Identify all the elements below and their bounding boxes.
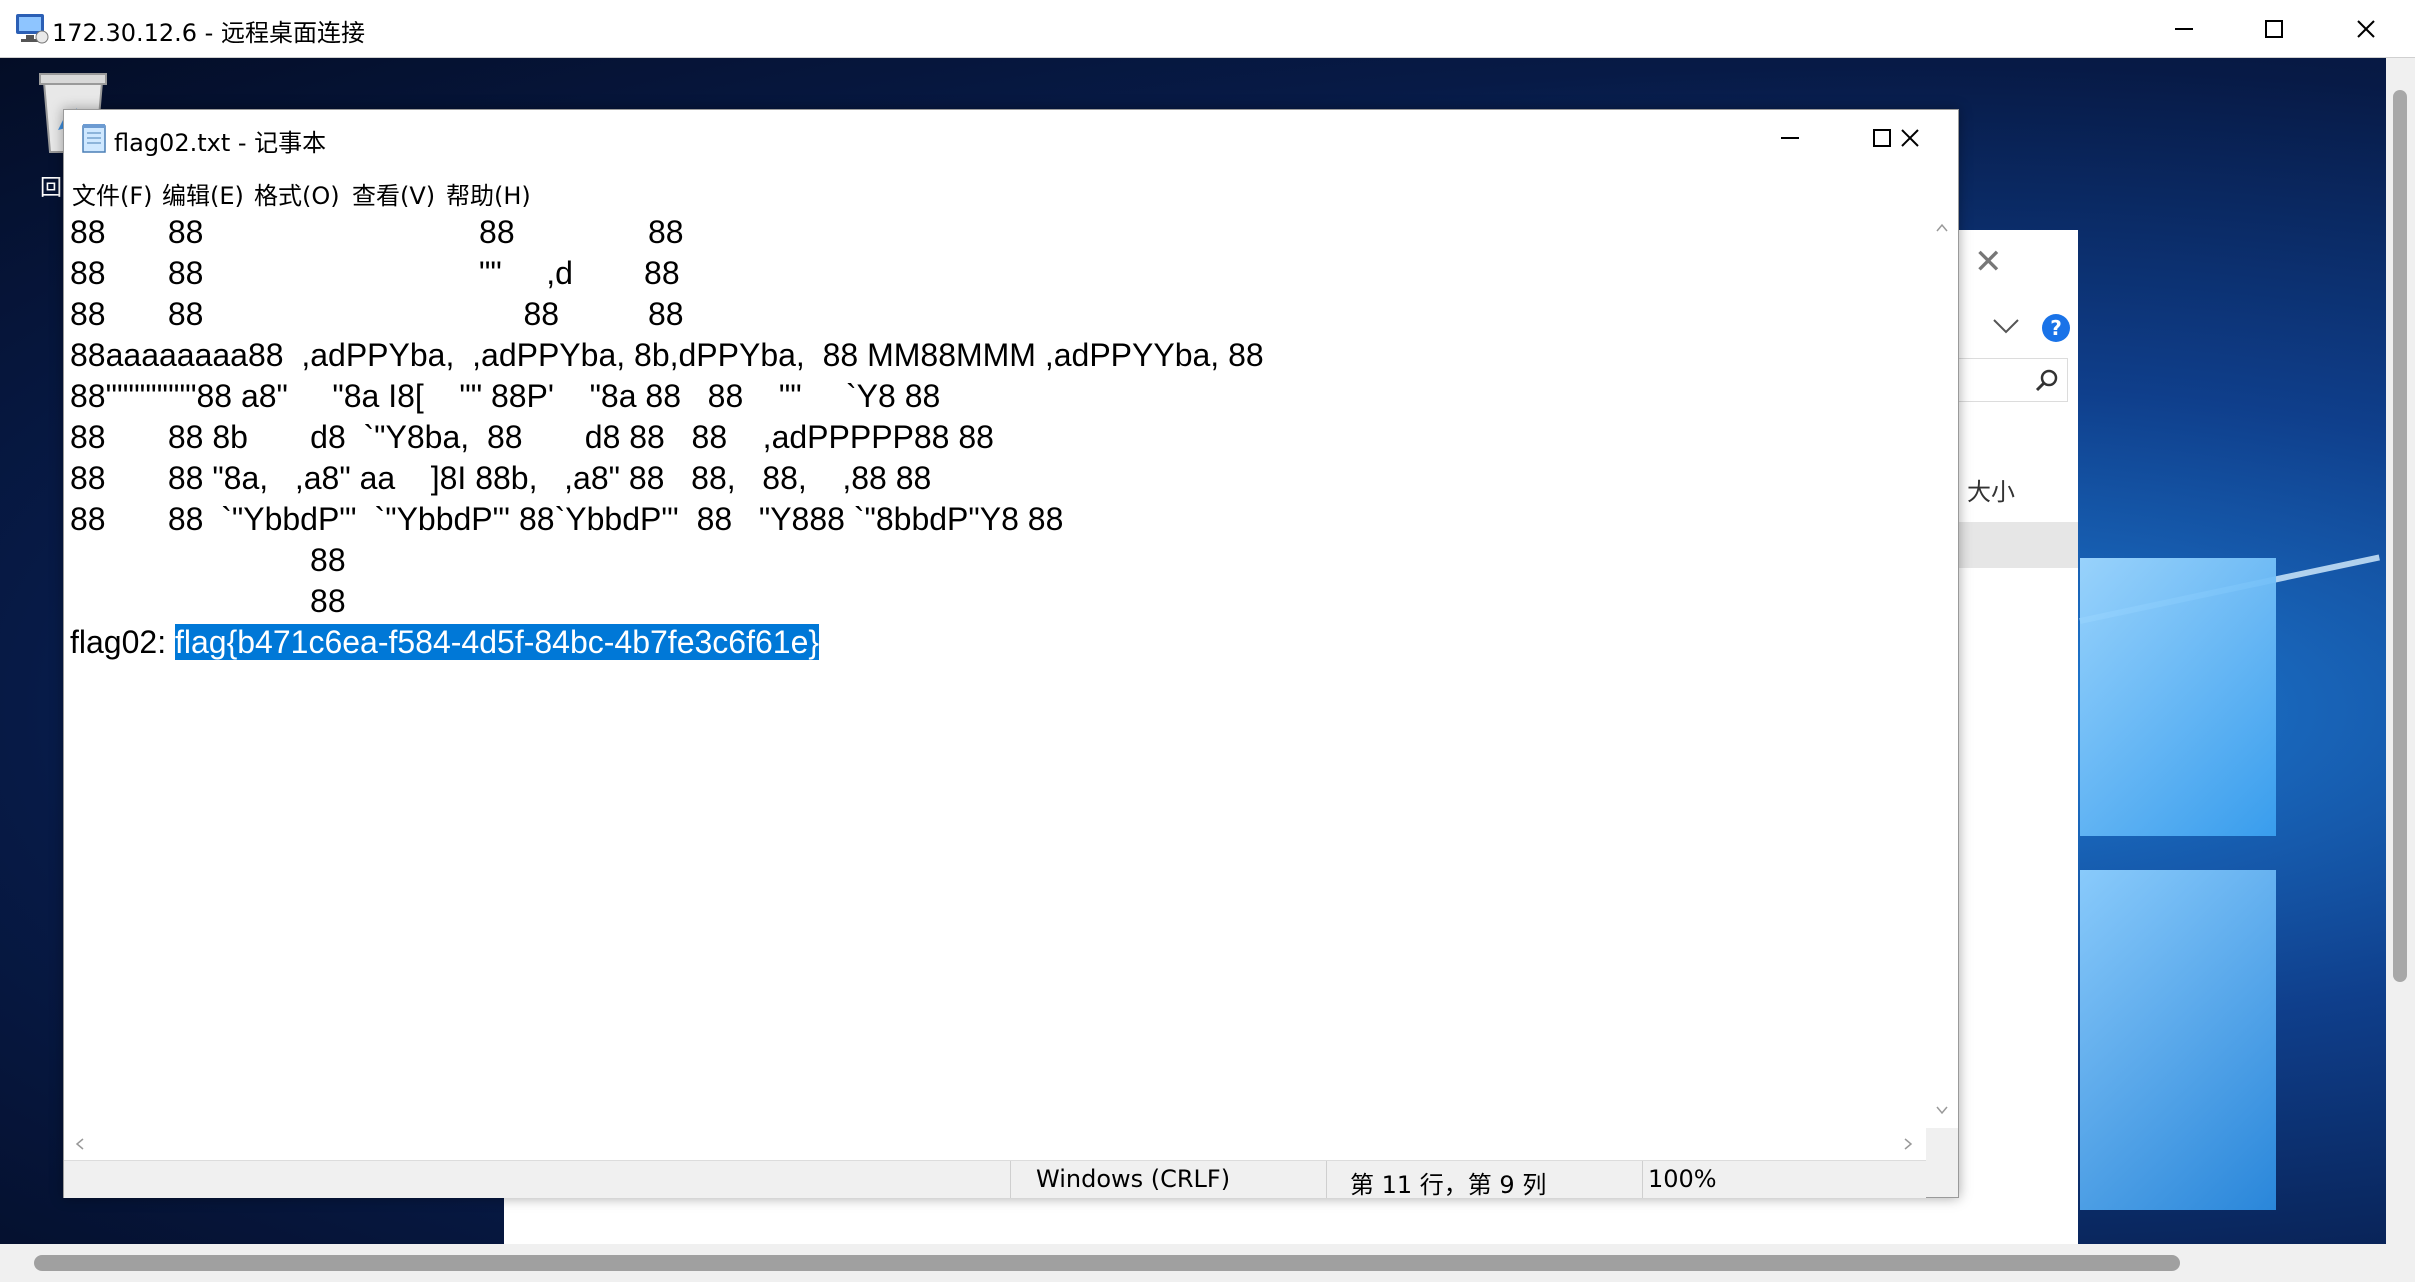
status-cursor-position: 第 11 行，第 9 列 <box>1350 1171 1547 1199</box>
menu-view[interactable]: 查看(V) <box>352 176 435 211</box>
text-line: 88 <box>70 542 346 578</box>
text-line: 88 88 "8a, ,a8" aa ]8I 88b, ,a8" 88 88, … <box>70 460 932 496</box>
search-icon <box>2035 369 2058 392</box>
notepad-icon <box>82 124 106 153</box>
notepad-title: flag02.txt - 记事本 <box>114 129 327 157</box>
chevron-down-icon[interactable] <box>1990 314 2022 338</box>
text-line: 88 88 `"YbbdP"' `"YbbdP"' 88`YbbdP"' 88 … <box>70 501 1064 537</box>
close-icon <box>2357 19 2375 38</box>
rdp-minimize-button[interactable] <box>2138 0 2230 57</box>
scroll-right-arrow-icon[interactable] <box>1900 1136 1916 1152</box>
notepad-window[interactable]: flag02.txt - 记事本 文件(F) 编辑(E) 格式(O) 查看(V)… <box>63 109 1959 1199</box>
column-header-size[interactable]: 大小 <box>1952 472 2015 507</box>
explorer-search-box[interactable] <box>1940 358 2068 402</box>
status-divider <box>1642 1161 1643 1198</box>
help-icon[interactable]: ? <box>2042 314 2070 342</box>
explorer-selected-row[interactable] <box>1940 522 2078 568</box>
rdp-window-title: 172.30.12.6 - 远程桌面连接 <box>52 19 365 47</box>
resize-grip[interactable] <box>1926 1128 1958 1197</box>
selected-flag-text[interactable]: flag{b471c6ea-f584-4d5f-84bc-4b7fe3c6f61… <box>174 624 820 660</box>
notepad-horizontal-scrollbar[interactable] <box>64 1128 1926 1160</box>
scroll-thumb[interactable] <box>2393 90 2407 982</box>
text-line: 88""""""""88 a8" "8a I8[ "" 88P' "8a 88 … <box>70 378 941 414</box>
status-divider <box>1326 1161 1327 1198</box>
menu-file[interactable]: 文件(F) <box>72 176 153 211</box>
text-line: 88 88 "" ,d 88 <box>70 255 680 291</box>
wallpaper-window-pane <box>2080 870 2276 1210</box>
notepad-statusbar: Windows (CRLF) 第 11 行，第 9 列 100% <box>64 1160 1926 1199</box>
text-line: 88 <box>70 583 346 619</box>
notepad-titlebar[interactable]: flag02.txt - 记事本 <box>64 110 1958 166</box>
text-line: 88 88 8b d8 `"Y8ba, 88 d8 88 88 ,adPPPPP… <box>70 419 994 455</box>
status-line-ending: Windows (CRLF) <box>1036 1165 1231 1193</box>
text-line: 88 88 88 88 <box>70 296 684 332</box>
remote-desktop-icon <box>16 14 49 44</box>
close-icon <box>1901 129 1919 147</box>
notepad-text-area[interactable]: 88 88 88 88 88 88 "" ,d 88 88 88 88 88 8… <box>64 212 1926 1128</box>
rdp-vertical-scrollbar[interactable] <box>2386 58 2415 1282</box>
scroll-thumb[interactable] <box>34 1255 2180 1271</box>
text-line: 88 88 88 88 <box>70 214 684 250</box>
scroll-down-arrow-icon[interactable] <box>1934 1102 1950 1118</box>
flag-line: flag02: flag{b471c6ea-f584-4d5f-84bc-4b7… <box>70 622 820 663</box>
status-zoom: 100% <box>1648 1165 1717 1193</box>
wallpaper-window-pane <box>2080 558 2276 836</box>
menu-help[interactable]: 帮助(H) <box>446 176 531 211</box>
menu-format[interactable]: 格式(O) <box>254 176 340 211</box>
menu-edit[interactable]: 编辑(E) <box>162 176 244 211</box>
notepad-close-button[interactable] <box>1864 110 1956 166</box>
rdp-titlebar: 172.30.12.6 - 远程桌面连接 <box>0 0 2415 58</box>
notepad-menubar: 文件(F) 编辑(E) 格式(O) 查看(V) 帮助(H) <box>64 166 1958 212</box>
text-line: 88aaaaaaaa88 ,adPPYba, ,adPPYba, 8b,dPPY… <box>70 337 1264 373</box>
rdp-horizontal-scrollbar[interactable] <box>0 1244 2386 1282</box>
maximize-icon <box>2265 19 2283 38</box>
notepad-minimize-button[interactable] <box>1744 110 1836 166</box>
scroll-up-arrow-icon[interactable] <box>1934 220 1950 236</box>
recycle-bin-label: 回 <box>40 176 63 201</box>
rdp-maximize-button[interactable] <box>2228 0 2320 57</box>
background-explorer-window[interactable]: ✕ ? 大小 <box>1940 230 2078 1244</box>
minimize-icon <box>1781 137 1799 139</box>
notepad-vertical-scrollbar[interactable] <box>1926 212 1958 1128</box>
status-divider <box>1010 1161 1011 1198</box>
scroll-left-arrow-icon[interactable] <box>72 1136 88 1152</box>
minimize-icon <box>2175 27 2193 30</box>
explorer-close-icon[interactable]: ✕ <box>1974 242 2003 282</box>
rdp-close-button[interactable] <box>2320 0 2412 57</box>
flag-prefix: flag02: <box>70 624 175 660</box>
